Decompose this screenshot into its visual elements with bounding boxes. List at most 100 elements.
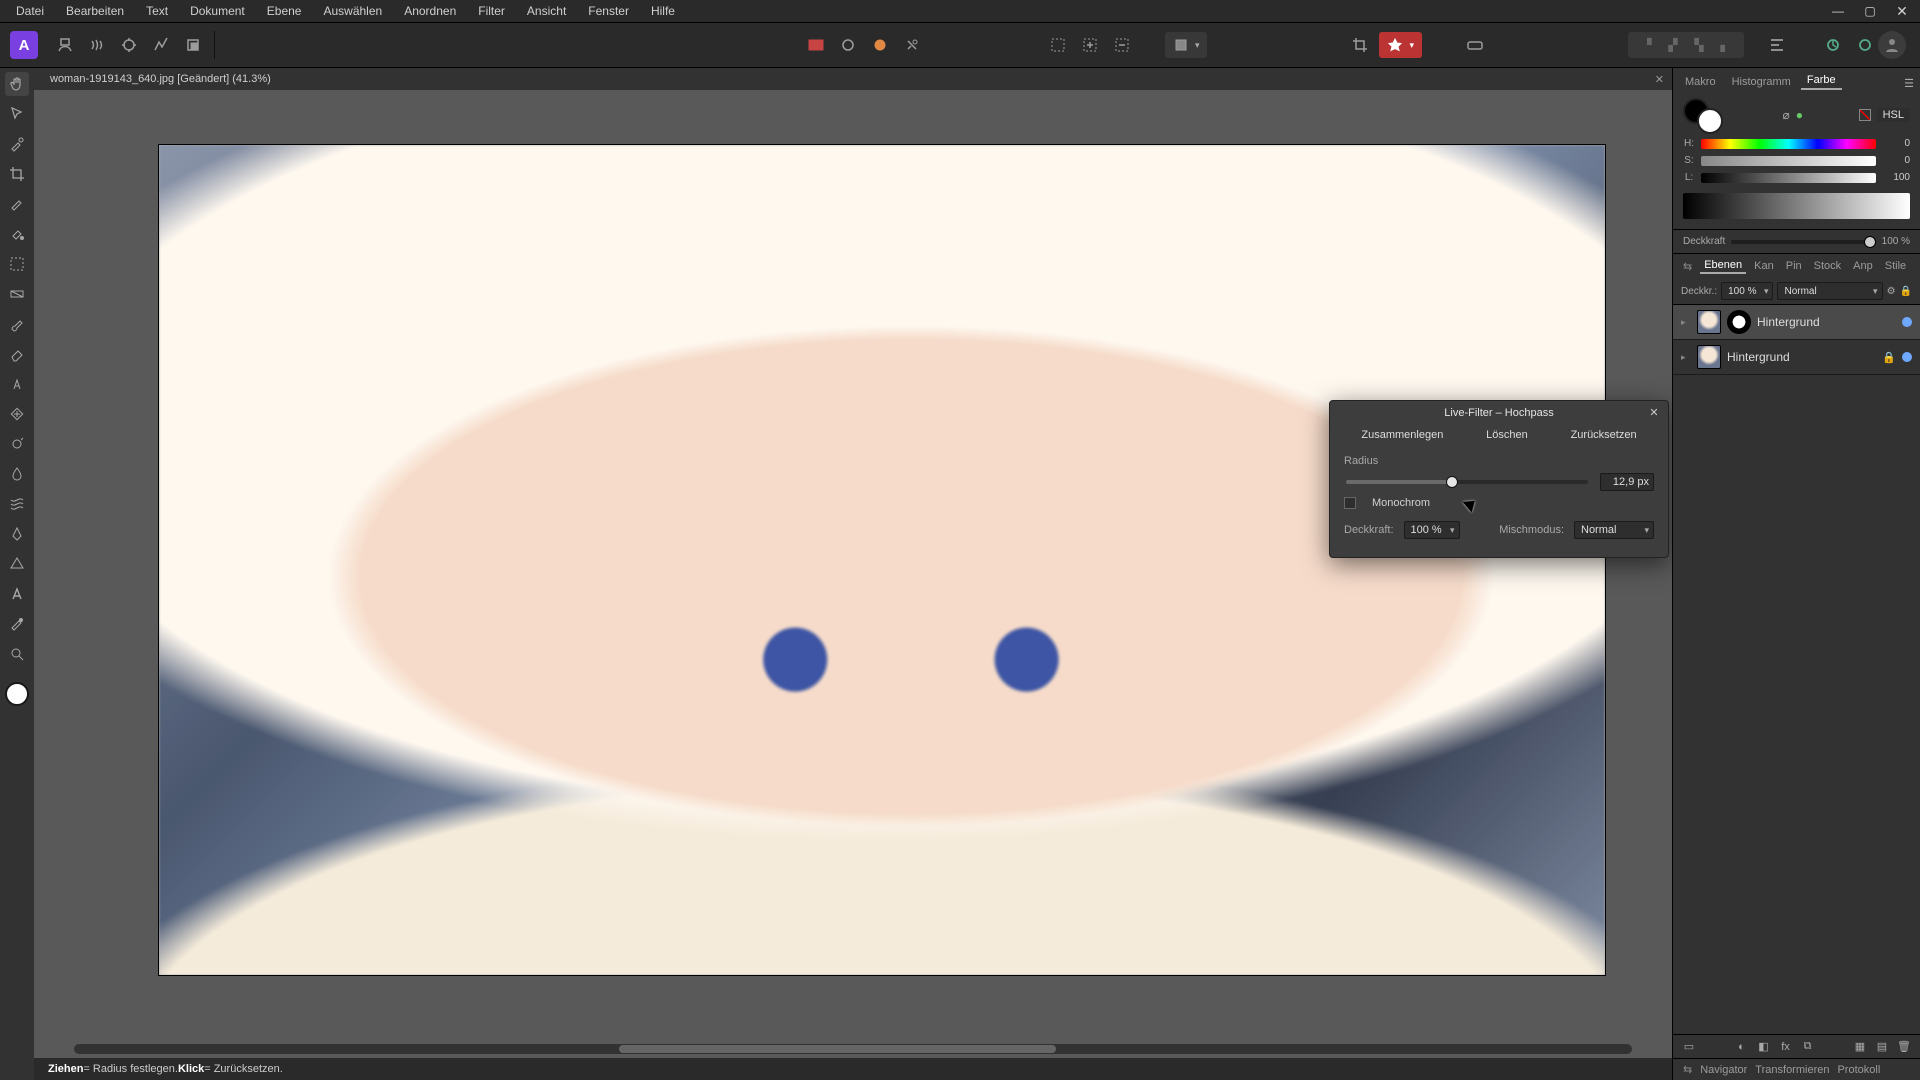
tab-ebenen[interactable]: Ebenen	[1700, 258, 1746, 274]
panel-menu-icon[interactable]: ☰	[1904, 77, 1914, 90]
shape-tool[interactable]	[5, 552, 29, 576]
tab-stile[interactable]: Stile	[1881, 259, 1910, 273]
livefilter-icon[interactable]: ⧉	[1800, 1039, 1816, 1055]
live-filter-dialog[interactable]: Live-Filter – Hochpass ✕ Zusammenlegen L…	[1329, 400, 1669, 558]
tab-navigator[interactable]: Navigator	[1700, 1064, 1747, 1076]
dialog-opacity-select[interactable]: 100 %	[1404, 521, 1460, 539]
layer-row-1[interactable]: ▸ Hintergrund 🔒	[1673, 340, 1920, 375]
nocolor-icon[interactable]	[1859, 109, 1871, 121]
menu-filter[interactable]: Filter	[468, 2, 515, 20]
layer-name-0[interactable]: Hintergrund	[1757, 315, 1896, 329]
document-tab[interactable]: woman-1919143_640.jpg [Geändert] (41.3%)	[42, 71, 279, 87]
autocontrast-button[interactable]	[899, 32, 925, 58]
sync-2-icon[interactable]	[1852, 32, 1878, 58]
hue-slider[interactable]	[1701, 139, 1876, 149]
zoom-tool[interactable]	[5, 642, 29, 666]
arrange-forward-button[interactable]: ▞	[1664, 36, 1682, 54]
clone-tool[interactable]	[5, 372, 29, 396]
layer-lock-icon[interactable]: 🔒	[1900, 286, 1912, 297]
horizontal-scrollbar-thumb[interactable]	[619, 1045, 1055, 1053]
layer-row-0[interactable]: ▸ Hintergrund	[1673, 305, 1920, 340]
assistant-button[interactable]: ▾	[1379, 32, 1422, 58]
color-mode-select[interactable]: HSL	[1877, 108, 1910, 122]
tab-histogramm[interactable]: Histogramm	[1726, 74, 1797, 90]
layer-blend-select[interactable]: Normal	[1777, 282, 1882, 300]
account-button[interactable]	[1878, 31, 1906, 59]
lum-slider[interactable]	[1701, 173, 1876, 183]
menu-ebene[interactable]: Ebene	[257, 2, 312, 20]
layer-expand-icon[interactable]: ▸	[1681, 317, 1691, 328]
addlayer-icon[interactable]: ▦	[1852, 1039, 1868, 1055]
move-tool[interactable]	[5, 102, 29, 126]
blur-tool[interactable]	[5, 462, 29, 486]
crop-tool[interactable]	[5, 162, 29, 186]
dialog-title[interactable]: Live-Filter – Hochpass ✕	[1330, 401, 1668, 425]
tab-transformieren[interactable]: Transformieren	[1755, 1064, 1829, 1076]
layer-expand-icon[interactable]: ▸	[1681, 352, 1691, 363]
menu-anordnen[interactable]: Anordnen	[394, 2, 466, 20]
dodge-tool[interactable]	[5, 432, 29, 456]
hue-value[interactable]: 0	[1882, 138, 1910, 149]
quickmask-toggle[interactable]: ▾	[1165, 32, 1208, 58]
menu-auswaehlen[interactable]: Auswählen	[313, 2, 392, 20]
persona-export-button[interactable]	[180, 32, 206, 58]
layer-name-1[interactable]: Hintergrund	[1727, 350, 1876, 364]
menu-bearbeiten[interactable]: Bearbeiten	[56, 2, 134, 20]
radius-slider-thumb[interactable]	[1446, 476, 1458, 488]
menu-hilfe[interactable]: Hilfe	[641, 2, 685, 20]
window-maximize-button[interactable]: ▢	[1856, 0, 1884, 22]
background-swatch[interactable]	[1697, 108, 1723, 134]
layer-lock-1[interactable]: 🔒	[1882, 351, 1896, 364]
lum-value[interactable]: 100	[1882, 172, 1910, 183]
tab-kan[interactable]: Kan	[1750, 259, 1778, 273]
dialog-close-button[interactable]: ✕	[1646, 404, 1662, 420]
monochrome-checkbox[interactable]	[1344, 497, 1356, 509]
menu-dokument[interactable]: Dokument	[180, 2, 255, 20]
bottom-swap-icon[interactable]: ⇆	[1683, 1063, 1692, 1076]
trash-icon[interactable]: 🗑	[1896, 1039, 1912, 1055]
color-opacity-slider[interactable]	[1731, 240, 1875, 244]
gradient-tool[interactable]	[5, 282, 29, 306]
selection-subtract-button[interactable]	[1109, 32, 1135, 58]
erase-tool[interactable]	[5, 342, 29, 366]
canvas-area[interactable]: Live-Filter – Hochpass ✕ Zusammenlegen L…	[34, 90, 1672, 1058]
layer-group-icon[interactable]: ▭	[1681, 1039, 1697, 1055]
dialog-blend-select[interactable]: Normal	[1574, 521, 1654, 539]
persona-tone-button[interactable]	[148, 32, 174, 58]
align-button[interactable]	[1764, 32, 1790, 58]
fx-icon[interactable]: fx	[1778, 1039, 1794, 1055]
selectionbrush-tool[interactable]	[5, 192, 29, 216]
window-close-button[interactable]: ✕	[1888, 0, 1916, 22]
color-opacity-thumb[interactable]	[1864, 236, 1876, 248]
mask-icon[interactable]: ◐	[1734, 1039, 1750, 1055]
vr-icon[interactable]	[1462, 32, 1488, 58]
artboard[interactable]	[159, 145, 1605, 975]
photo-icon[interactable]	[803, 32, 829, 58]
radius-value-field[interactable]: 12,9 px	[1600, 473, 1654, 491]
tab-makro[interactable]: Makro	[1679, 74, 1722, 90]
tab-pin[interactable]: Pin	[1782, 259, 1806, 273]
document-tab-close[interactable]: ✕	[1655, 73, 1664, 86]
layer-mask-thumbnail[interactable]	[1727, 310, 1751, 334]
selection-new-button[interactable]	[1045, 32, 1071, 58]
text-tool[interactable]	[5, 582, 29, 606]
addpixel-icon[interactable]: ▤	[1874, 1039, 1890, 1055]
layer-thumbnail[interactable]	[1697, 310, 1721, 334]
paintbrush-tool[interactable]	[5, 312, 29, 336]
persona-develop-button[interactable]	[116, 32, 142, 58]
menu-ansicht[interactable]: Ansicht	[517, 2, 576, 20]
foreground-color-swatch[interactable]	[5, 682, 29, 706]
tab-farbe[interactable]: Farbe	[1801, 72, 1842, 90]
healing-tool[interactable]	[5, 402, 29, 426]
layer-visibility-1[interactable]	[1902, 352, 1912, 362]
radius-slider[interactable]	[1346, 480, 1588, 484]
marquee-tool[interactable]	[5, 252, 29, 276]
layer-opacity-select[interactable]: 100 %	[1721, 282, 1773, 300]
vectorbrush-tool[interactable]	[5, 612, 29, 636]
color-swatches[interactable]	[1683, 98, 1727, 132]
layers-toggle-icon[interactable]: ⇆	[1679, 259, 1696, 274]
pen-tool[interactable]	[5, 522, 29, 546]
persona-liquify-button[interactable]	[84, 32, 110, 58]
adjustment-icon[interactable]: ◧	[1756, 1039, 1772, 1055]
tab-protokoll[interactable]: Protokoll	[1837, 1064, 1880, 1076]
